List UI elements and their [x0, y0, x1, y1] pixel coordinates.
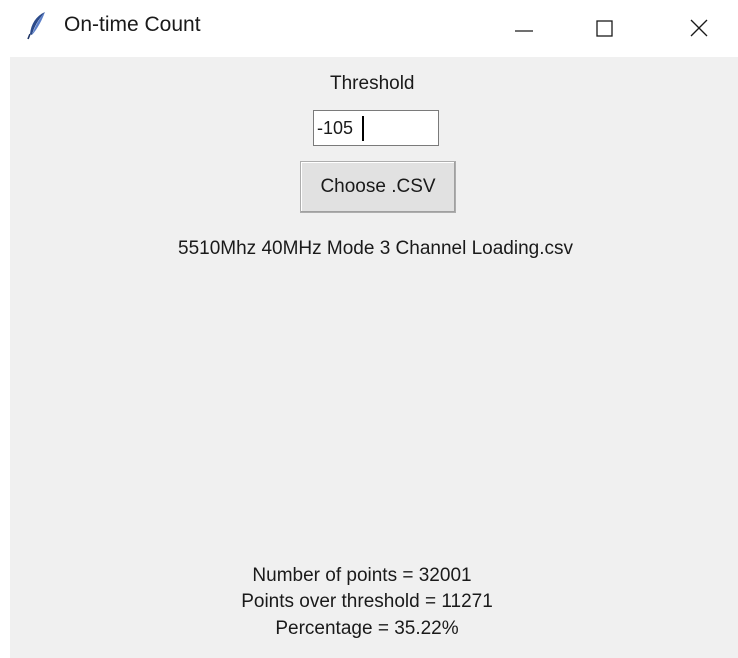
- selected-file-label: 5510Mhz 40MHz Mode 3 Channel Loading.csv: [178, 238, 574, 259]
- close-button[interactable]: [664, 0, 734, 57]
- window-title: On-time Count: [64, 13, 201, 36]
- maximize-icon: [596, 20, 613, 37]
- close-icon: [690, 19, 708, 37]
- text-caret: [362, 116, 364, 141]
- maximize-button[interactable]: [570, 0, 640, 57]
- choose-csv-button[interactable]: Choose .CSV: [300, 161, 456, 213]
- points-over-threshold-label: Points over threshold = 11271: [241, 591, 493, 612]
- client-area: Threshold Choose .CSV 5510Mhz 40MHz Mode…: [10, 57, 738, 658]
- percentage-label: Percentage = 35.22%: [275, 618, 459, 639]
- minimize-button[interactable]: [489, 0, 559, 57]
- threshold-label: Threshold: [330, 73, 415, 94]
- number-of-points-label: Number of points = 32001: [252, 565, 472, 586]
- minimize-icon: [515, 30, 533, 32]
- threshold-input[interactable]: [313, 110, 439, 146]
- app-window: On-time Count Threshold Choose .CSV 5510…: [0, 0, 738, 658]
- title-bar[interactable]: On-time Count: [0, 0, 738, 57]
- feather-icon: [26, 10, 48, 40]
